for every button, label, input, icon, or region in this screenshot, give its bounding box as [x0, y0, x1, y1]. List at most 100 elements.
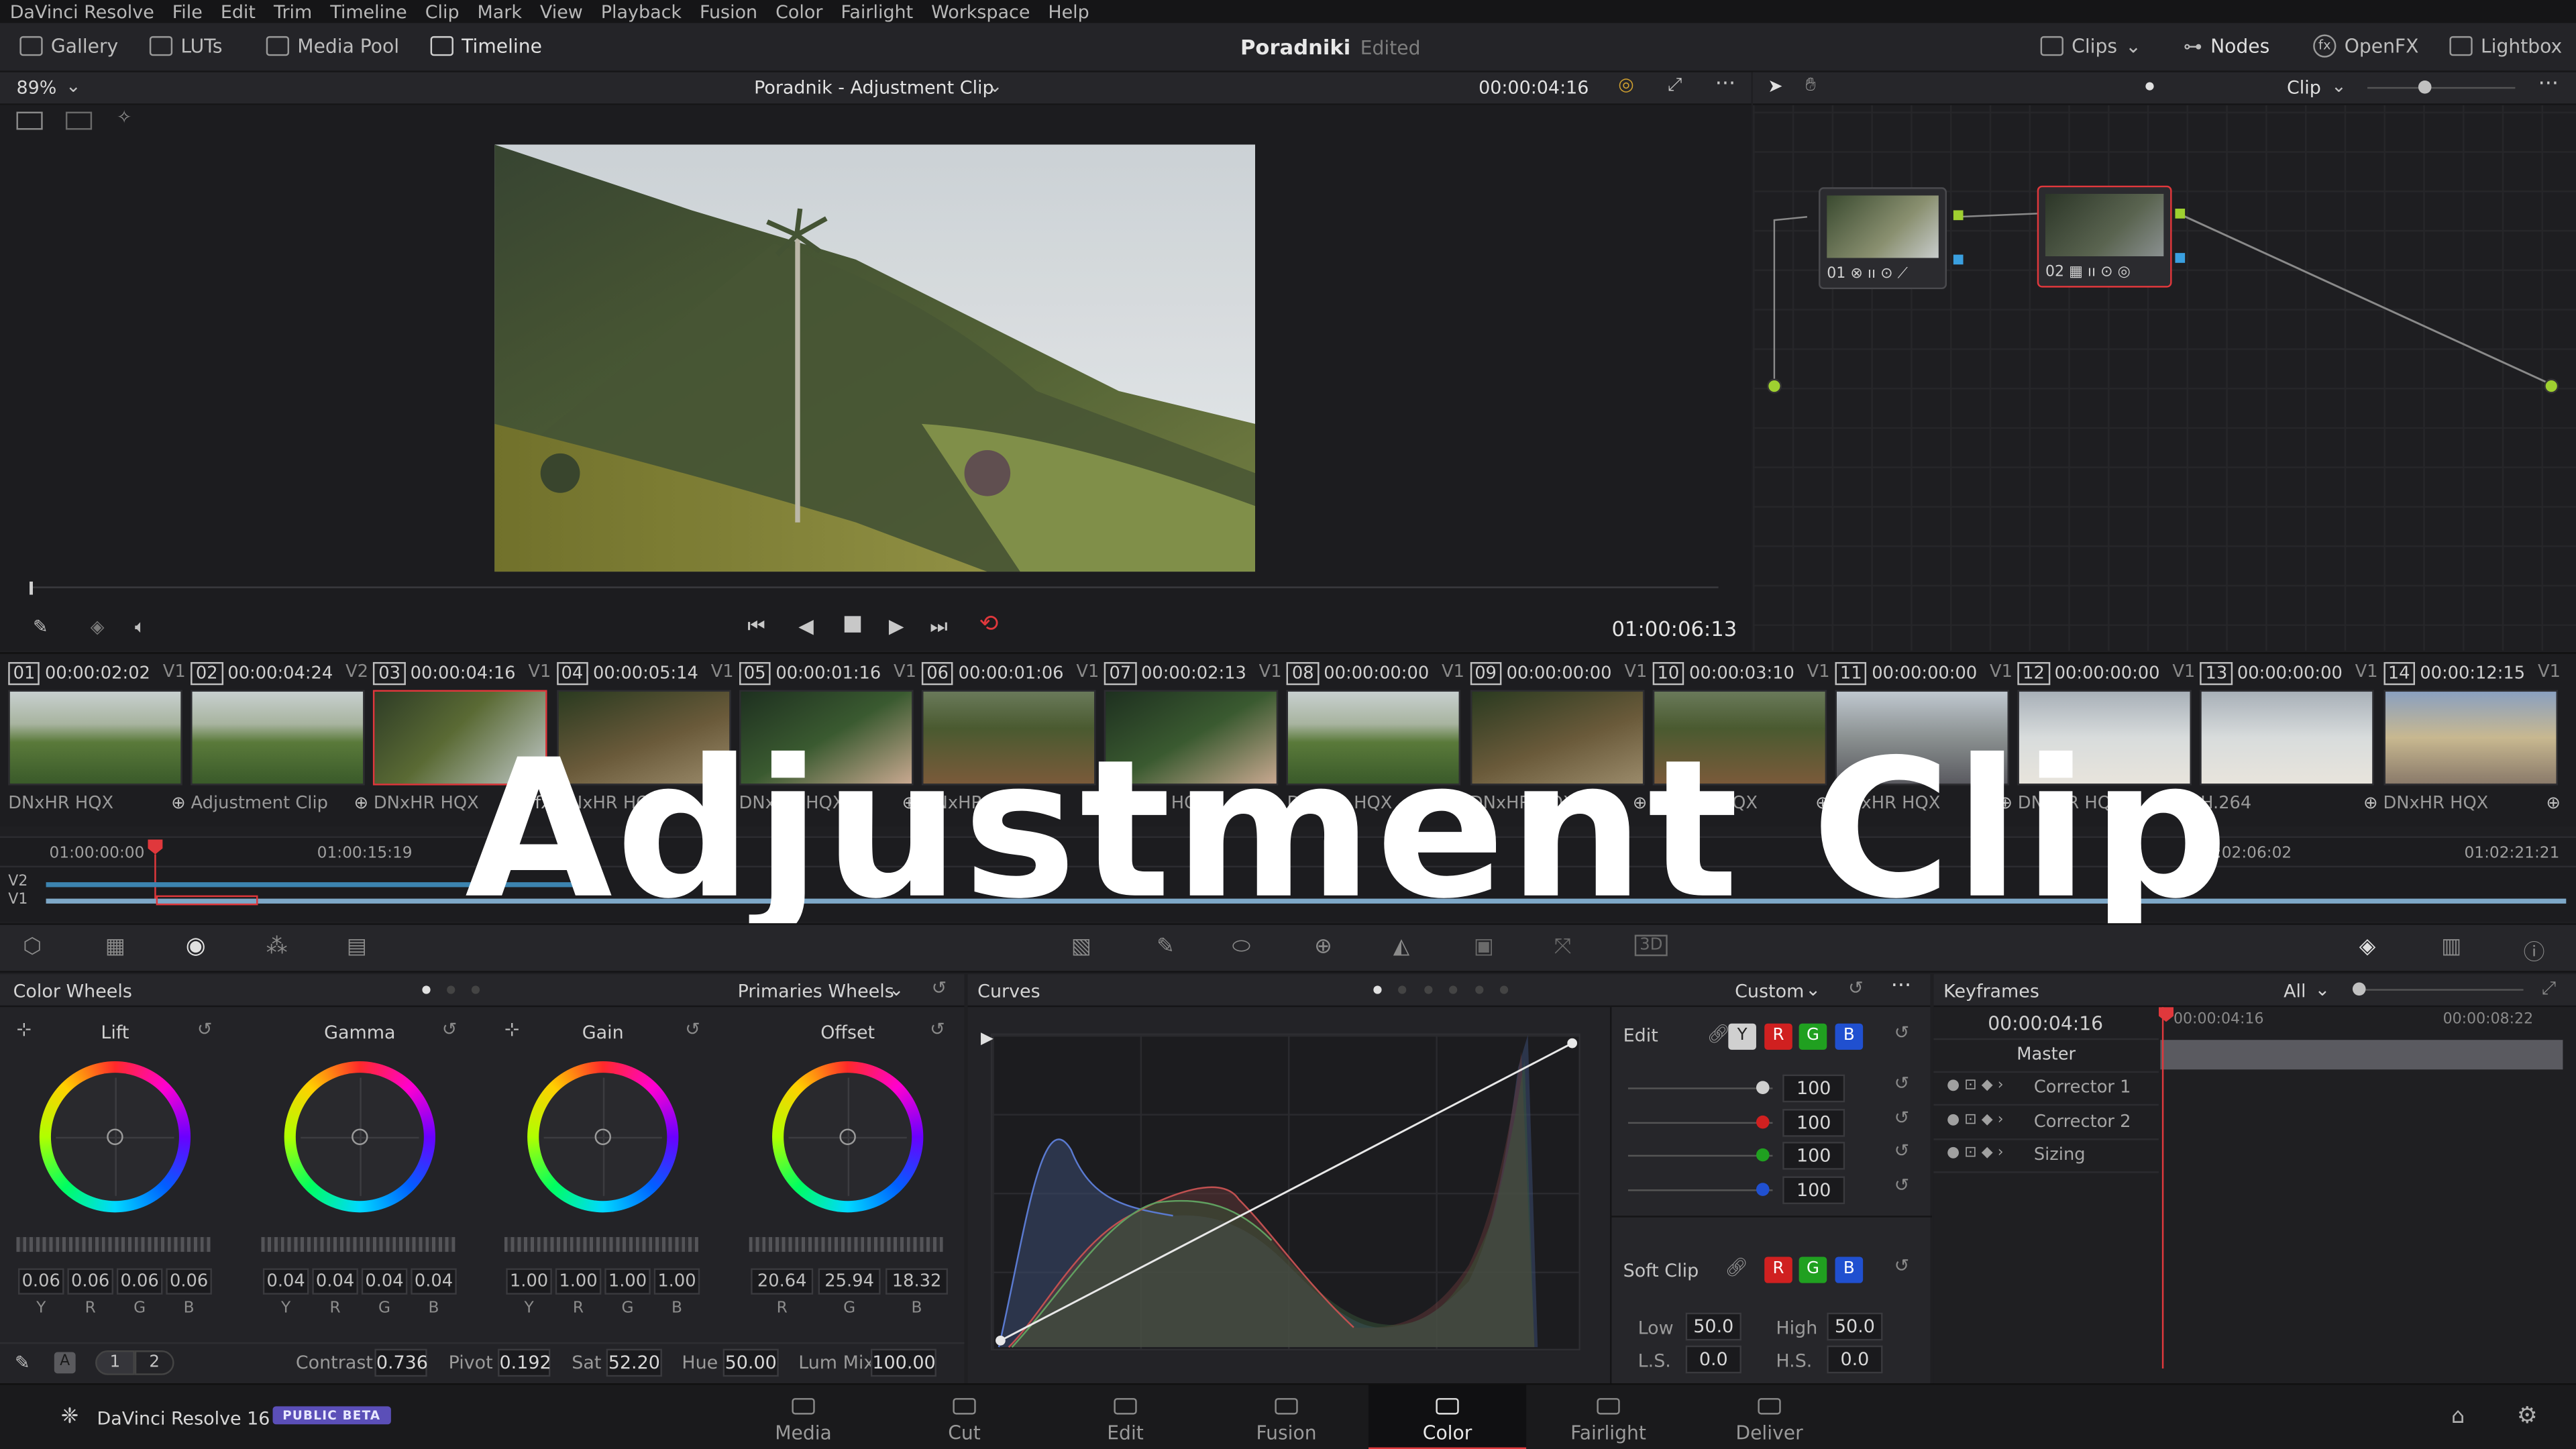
gallery-button[interactable]: Gallery	[19, 34, 118, 58]
reset-icon[interactable]: ↺	[930, 1018, 945, 1040]
camera-raw-icon[interactable]: ⬡	[23, 934, 42, 959]
page-dot-icon[interactable]	[471, 985, 480, 994]
keyframes-row[interactable]: ● ⊡ ◆ › Sizing	[1933, 1140, 2159, 1173]
scrubber-playhead[interactable]	[30, 581, 33, 595]
intensity-slider[interactable]	[1627, 1121, 1773, 1123]
reset-icon[interactable]: ↺	[1894, 1174, 1910, 1195]
menu-item-view[interactable]: View	[540, 1, 583, 22]
ls-field[interactable]: 0.0	[1685, 1345, 1741, 1374]
node-output-icon[interactable]	[2175, 209, 2186, 219]
reset-icon[interactable]: ↺	[685, 1018, 700, 1040]
keyframes-playhead[interactable]	[2158, 1007, 2174, 1022]
softclip-g-button[interactable]: G	[1799, 1256, 1827, 1283]
page-button-color[interactable]: Color	[1368, 1385, 1527, 1449]
menu-item-playback[interactable]: Playback	[601, 1, 682, 22]
contrast-field[interactable]: 0.736	[374, 1348, 428, 1377]
menu-item-edit[interactable]: Edit	[221, 1, 256, 22]
blur-icon[interactable]: ◭	[1393, 934, 1409, 959]
node-output-icon[interactable]	[2175, 253, 2186, 263]
wheel-value-r[interactable]: 0.04	[312, 1268, 358, 1295]
media-pool-button[interactable]: Media Pool	[266, 34, 399, 58]
page-button-media[interactable]: Media	[724, 1385, 882, 1449]
page-button-fairlight[interactable]: Fairlight	[1529, 1385, 1687, 1449]
color-wheel-lift[interactable]	[39, 1061, 191, 1213]
key-icon[interactable]: ▣	[1474, 934, 1494, 959]
intensity-slider[interactable]	[1627, 1087, 1773, 1089]
wheel-value-y[interactable]: 1.00	[506, 1268, 552, 1295]
keyframes-filter-dropdown[interactable]: All	[2284, 981, 2306, 1002]
clip-settings-icon[interactable]: ⊕	[2546, 794, 2561, 813]
clip-thumbnail[interactable]	[191, 690, 366, 786]
keyframe-controls-icon[interactable]: ● ⊡ ◆ ›	[1947, 1078, 2003, 1094]
reset-icon[interactable]: ↺	[197, 1018, 213, 1040]
channel-r-button[interactable]: R	[1764, 1023, 1792, 1050]
page-dot-icon[interactable]	[1424, 985, 1433, 994]
wheel-center-handle[interactable]	[839, 1128, 856, 1145]
lum-mix-field[interactable]: 100.00	[870, 1348, 936, 1377]
wheel-value-r[interactable]: 20.64	[751, 1268, 814, 1295]
clip-settings-icon[interactable]: ⊕	[2363, 794, 2378, 813]
fullscreen-icon[interactable]: ⤢	[1668, 74, 1682, 97]
menu-item-workspace[interactable]: Workspace	[931, 1, 1030, 22]
viewer-title[interactable]: Poradnik - Adjustment Clip	[754, 77, 994, 99]
go-to-start-icon[interactable]: ⏮	[747, 614, 765, 639]
page-dot-icon[interactable]	[1499, 985, 1509, 994]
hs-field[interactable]: 0.0	[1827, 1345, 1883, 1374]
page-button-deliver[interactable]: Deliver	[1690, 1385, 1848, 1449]
zoom-dropdown[interactable]: 89%	[16, 77, 56, 99]
wheels-mode-dropdown[interactable]: Primaries Wheels	[738, 981, 894, 1002]
volume-icon[interactable]: 🔈︎	[135, 616, 146, 639]
more-options-icon[interactable]: ···	[1715, 72, 1735, 97]
intensity-slider[interactable]	[1627, 1188, 1773, 1191]
keyframes-row-master[interactable]: Master	[1933, 1040, 2159, 1073]
wheel-center-handle[interactable]	[107, 1128, 123, 1145]
page-dot-icon[interactable]	[422, 985, 431, 994]
color-wheel-offset[interactable]	[772, 1061, 924, 1213]
master-wheel-jog[interactable]	[16, 1237, 211, 1252]
picker-tool-icon[interactable]: ✎	[33, 616, 48, 637]
clip-item[interactable]: 02 00:00:04:24 V2 Adjustment Clip ⊕	[191, 654, 368, 825]
home-icon[interactable]: ⌂	[2451, 1405, 2465, 1430]
wheel-value-r[interactable]: 1.00	[555, 1268, 602, 1295]
play-icon[interactable]: ▶	[889, 614, 904, 637]
viewer-scrubber[interactable]	[30, 586, 1719, 588]
wheel-value-r[interactable]: 0.06	[67, 1268, 113, 1295]
wheel-value-b[interactable]: 1.00	[653, 1268, 700, 1295]
clip-thumbnail[interactable]	[8, 690, 182, 786]
page-button-cut[interactable]: Cut	[885, 1385, 1043, 1449]
page-dot-icon[interactable]	[1449, 985, 1458, 994]
openfx-button[interactable]: fx OpenFX	[2313, 34, 2418, 58]
wheel-value-b[interactable]: 0.06	[166, 1268, 212, 1295]
reset-icon[interactable]: ↺	[442, 1018, 458, 1040]
intensity-field[interactable]: 100	[1782, 1074, 1845, 1103]
curves-icon[interactable]: ▧	[1071, 934, 1091, 959]
clips-button[interactable]: Clips ⌄	[2040, 34, 2141, 58]
menu-item-mark[interactable]: Mark	[478, 1, 522, 22]
reset-icon[interactable]: ↺	[1894, 1255, 1910, 1277]
intensity-field[interactable]: 100	[1782, 1142, 1845, 1170]
master-keyframe-track[interactable]	[2160, 1040, 2563, 1070]
sat-field[interactable]: 52.20	[606, 1348, 662, 1377]
color-wheel-gamma[interactable]	[284, 1061, 435, 1213]
channel-g-button[interactable]: G	[1799, 1023, 1827, 1050]
menu-item-timeline[interactable]: Timeline	[330, 1, 407, 22]
link-icon[interactable]: 🔗︎	[1725, 1256, 1748, 1278]
wheel-value-g[interactable]: 0.04	[361, 1268, 408, 1295]
softclip-r-button[interactable]: R	[1764, 1256, 1792, 1283]
wheel-value-b[interactable]: 0.04	[411, 1268, 457, 1295]
node-02[interactable]: 02 ▦ ıı ⊙ ◎	[2037, 185, 2172, 288]
node-output-icon[interactable]	[1953, 210, 1964, 221]
wheel-picker-icon[interactable]: ⊹	[16, 1018, 32, 1040]
wheel-center-handle[interactable]	[352, 1128, 368, 1145]
clip-settings-icon[interactable]: ⊕	[171, 794, 186, 813]
color-wheel-gain[interactable]	[527, 1061, 679, 1213]
page-dot-icon[interactable]	[1398, 985, 1407, 994]
wheel-picker-icon[interactable]: ⊹	[504, 1018, 520, 1040]
scopes-icon[interactable]: ▥	[2441, 934, 2461, 959]
node-01[interactable]: 01 ⊗ ıı ⊙ ⟋	[1819, 187, 1947, 290]
page-dot-icon[interactable]	[1475, 985, 1484, 994]
high-field[interactable]: 50.0	[1827, 1312, 1883, 1341]
reset-icon[interactable]: ↺	[1894, 1140, 1910, 1162]
wheel-value-g[interactable]: 0.06	[116, 1268, 163, 1295]
info-icon[interactable]: ⓘ	[2524, 934, 2545, 966]
